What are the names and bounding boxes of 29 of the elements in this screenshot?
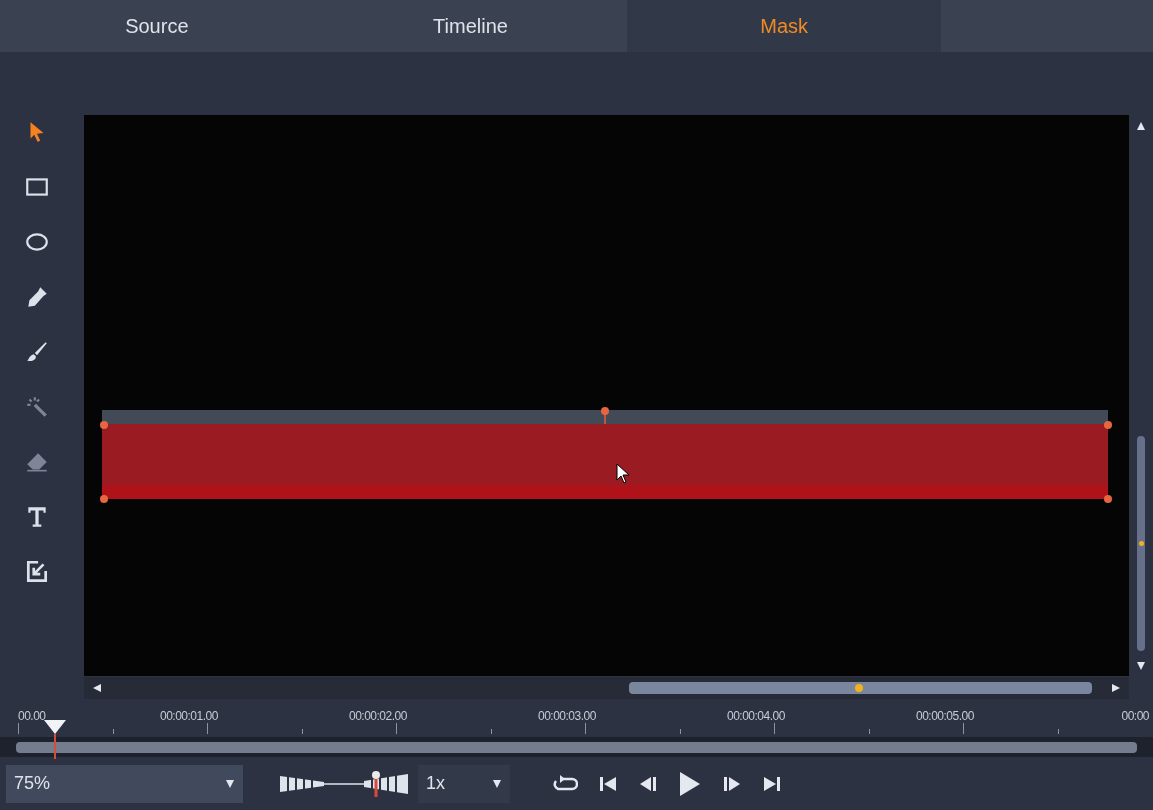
cursor-icon: [616, 463, 632, 485]
ruler-label: 00:00:05.00: [916, 708, 974, 725]
ruler-label: 00:00:04.00: [727, 708, 785, 725]
scroll-up-icon[interactable]: [1136, 121, 1146, 131]
scroll-down-icon[interactable]: [1136, 661, 1146, 671]
ruler-label: 00.00: [18, 708, 46, 725]
ruler-label: 00:00: [1121, 708, 1149, 725]
magic-wand-icon: [24, 394, 50, 420]
dropdown-caret-icon[interactable]: [225, 778, 235, 789]
ruler-label: 00:00:01.00: [160, 708, 218, 725]
mask-rectangle-drawing[interactable]: [100, 407, 1112, 504]
tab[interactable]: Timeline: [313, 0, 628, 52]
tab[interactable]: Source: [0, 0, 314, 52]
speed-dropdown[interactable]: 1x: [418, 764, 510, 803]
scroll-left-icon[interactable]: [92, 683, 102, 693]
ruler-label: 00:00:02.00: [349, 708, 407, 725]
scroll-thumb[interactable]: [1137, 436, 1145, 651]
zoom-dropdown[interactable]: 75%: [6, 764, 243, 803]
timeline-scrubber[interactable]: [16, 741, 1137, 753]
scroll-thumb[interactable]: [629, 682, 1092, 694]
play-icon[interactable]: [678, 769, 702, 798]
ruler-label: 00:00:03.00: [538, 708, 596, 725]
shuttle-control[interactable]: [280, 770, 408, 797]
dropdown-caret-icon[interactable]: [492, 778, 502, 789]
import-icon: [24, 559, 50, 585]
scroll-right-icon[interactable]: [1111, 683, 1121, 693]
horizontal-scrollbar[interactable]: [84, 677, 1129, 699]
tab[interactable]: Mask: [627, 0, 941, 52]
playhead-marker[interactable]: [43, 719, 67, 759]
